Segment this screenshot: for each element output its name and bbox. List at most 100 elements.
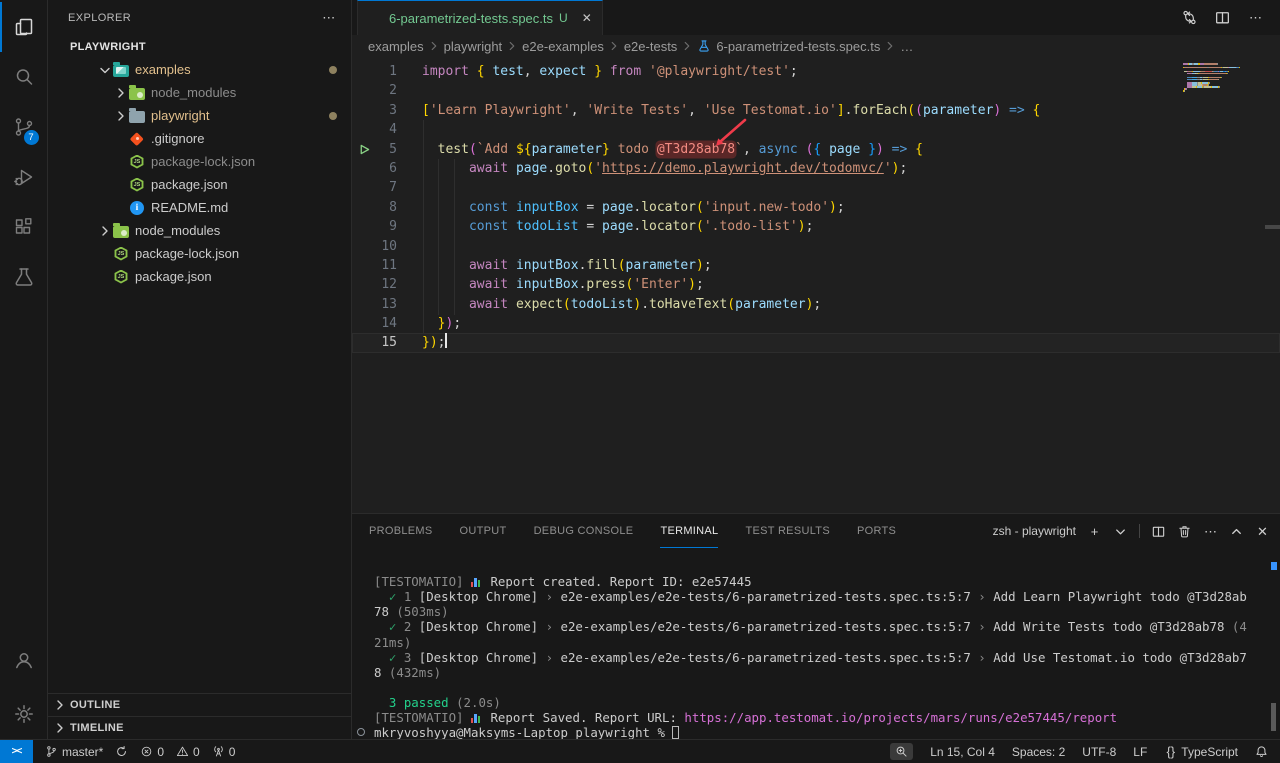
- line-number: 12: [352, 275, 397, 294]
- terminal-more-icon[interactable]: ⋯: [1203, 524, 1218, 539]
- git-branch-icon: [45, 745, 58, 758]
- activity-settings[interactable]: [0, 689, 48, 739]
- line-number: 7: [352, 178, 397, 197]
- tree-item-examples[interactable]: examples: [48, 58, 351, 81]
- status-warnings[interactable]: 0: [176, 745, 200, 759]
- twisty: [113, 154, 129, 170]
- more-actions-icon[interactable]: ⋯: [1247, 9, 1264, 26]
- status-git-branch[interactable]: master*: [45, 745, 103, 759]
- close-tab-icon[interactable]: ✕: [582, 11, 592, 25]
- section-timeline[interactable]: TIMELINE: [48, 716, 351, 739]
- new-terminal-icon[interactable]: +: [1087, 524, 1102, 539]
- tree-item-label: package-lock.json: [151, 154, 255, 169]
- status-cursor-position[interactable]: Ln 15, Col 4: [930, 745, 995, 759]
- chart-emoji-icon: [471, 577, 483, 587]
- code-line: 9 const todoList = page.locator('.todo-l…: [352, 217, 1280, 236]
- breadcrumb-item[interactable]: 6-parametrized-tests.spec.ts: [716, 39, 880, 54]
- tree-item-label: README.md: [151, 200, 228, 215]
- status-errors[interactable]: 0: [140, 745, 164, 759]
- breadcrumb: examples playwright e2e-examples e2e-tests 6…: [352, 35, 1280, 57]
- activity-testing[interactable]: [0, 252, 48, 302]
- tree-item-package-json[interactable]: JSpackage.json: [48, 173, 351, 196]
- activity-run-debug[interactable]: [0, 152, 48, 202]
- explorer-header: EXPLORER ⋯: [48, 0, 351, 35]
- panel-tab-test-results[interactable]: TEST RESULTS: [745, 514, 830, 548]
- line-number: 8: [352, 198, 397, 217]
- twisty: [97, 62, 113, 78]
- test-flask-icon: [368, 11, 383, 26]
- readme-info-icon: i: [130, 201, 144, 215]
- code-line: 5 test(`Add ${parameter} todo @T3d28ab78…: [352, 140, 1280, 159]
- breadcrumb-separator-icon: [883, 39, 897, 53]
- tab-spec-file[interactable]: 6-parametrized-tests.spec.ts U ✕: [357, 0, 603, 35]
- compare-changes-icon[interactable]: [1181, 9, 1198, 26]
- kill-terminal-icon[interactable]: [1177, 524, 1192, 539]
- editor-cursor: [445, 333, 447, 348]
- terminal-icon: [972, 524, 987, 539]
- code-line: 1import { test, expect } from '@playwrig…: [352, 62, 1280, 81]
- terminal-line: [TESTOMATIO] Report created. Report ID: …: [374, 574, 1280, 589]
- tree-item-readme-md[interactable]: i README.md: [48, 196, 351, 219]
- section-label: TIMELINE: [70, 722, 124, 734]
- tree-item-node-modules[interactable]: node_modules: [48, 219, 351, 242]
- panel-tab-debug-console[interactable]: DEBUG CONSOLE: [534, 514, 634, 548]
- line-number: 10: [352, 237, 397, 256]
- tree-item-node-modules[interactable]: node_modules: [48, 81, 351, 104]
- code-text: [397, 178, 422, 197]
- activity-extensions[interactable]: [0, 202, 48, 252]
- terminal-instance-label[interactable]: zsh - playwright: [972, 524, 1076, 539]
- breadcrumb-item[interactable]: playwright: [444, 39, 503, 54]
- chevron-right-icon: [113, 85, 129, 101]
- breadcrumb-item[interactable]: e2e-examples: [522, 39, 604, 54]
- section-outline[interactable]: OUTLINE: [48, 693, 351, 716]
- extensions-icon: [12, 215, 36, 239]
- code-line: 2: [352, 81, 1280, 100]
- tree-item-package-json[interactable]: JSpackage.json: [48, 265, 351, 288]
- status-notifications[interactable]: [1255, 745, 1268, 758]
- panel-tab-ports[interactable]: PORTS: [857, 514, 896, 548]
- terminal-output[interactable]: [TESTOMATIO] Report created. Report ID: …: [352, 548, 1280, 739]
- status-indentation[interactable]: Spaces: 2: [1012, 745, 1065, 759]
- breadcrumb-item[interactable]: examples: [368, 39, 424, 54]
- twisty: [113, 108, 129, 124]
- terminal-profiles-icon[interactable]: [1113, 524, 1128, 539]
- activity-explorer[interactable]: [0, 2, 48, 52]
- split-editor-icon[interactable]: [1214, 9, 1231, 26]
- status-language-mode[interactable]: {}TypeScript: [1164, 745, 1238, 759]
- status-encoding[interactable]: UTF-8: [1082, 745, 1116, 759]
- git-untracked-badge: U: [559, 11, 568, 25]
- line-number: 1: [352, 62, 397, 81]
- breadcrumb-item[interactable]: e2e-tests: [624, 39, 677, 54]
- close-panel-icon[interactable]: ✕: [1255, 524, 1270, 539]
- status-eol[interactable]: LF: [1133, 745, 1147, 759]
- explorer-more-actions-icon[interactable]: ⋯: [321, 10, 337, 26]
- maximize-panel-icon[interactable]: [1229, 524, 1244, 539]
- minimap[interactable]: [1183, 63, 1245, 92]
- twisty: [97, 223, 113, 239]
- workspace-section-header[interactable]: PLAYWRIGHT: [48, 35, 351, 58]
- tree-item--gitignore[interactable]: .gitignore: [48, 127, 351, 150]
- testing-icon: [12, 265, 36, 289]
- split-terminal-icon[interactable]: [1151, 524, 1166, 539]
- breadcrumb-item[interactable]: …: [900, 39, 913, 54]
- activity-accounts[interactable]: [0, 635, 48, 685]
- run-test-icon[interactable]: [358, 143, 371, 156]
- overview-ruler-mark: [1265, 225, 1280, 229]
- tree-item-package-lock-json[interactable]: JSpackage-lock.json: [48, 150, 351, 173]
- activity-source-control[interactable]: 7: [0, 102, 48, 152]
- panel-tab-problems[interactable]: PROBLEMS: [369, 514, 433, 548]
- remote-indicator[interactable]: ><: [0, 740, 33, 763]
- code-editor[interactable]: 1import { test, expect } from '@playwrig…: [352, 57, 1280, 513]
- panel-tab-terminal[interactable]: TERMINAL: [660, 514, 718, 548]
- chevron-down-icon: [97, 62, 113, 78]
- status-zoom-indicator[interactable]: [890, 743, 913, 760]
- panel-tab-output[interactable]: OUTPUT: [460, 514, 507, 548]
- tree-item-package-lock-json[interactable]: JSpackage-lock.json: [48, 242, 351, 265]
- activity-search[interactable]: [0, 52, 48, 102]
- status-ports-forwarded[interactable]: 0: [212, 745, 236, 759]
- tree-item-playwright[interactable]: playwright: [48, 104, 351, 127]
- code-text: const inputBox = page.locator('input.new…: [397, 198, 845, 217]
- status-sync[interactable]: [115, 745, 128, 758]
- tab-title: 6-parametrized-tests.spec.ts: [389, 11, 553, 26]
- tree-item-label: package.json: [135, 269, 212, 284]
